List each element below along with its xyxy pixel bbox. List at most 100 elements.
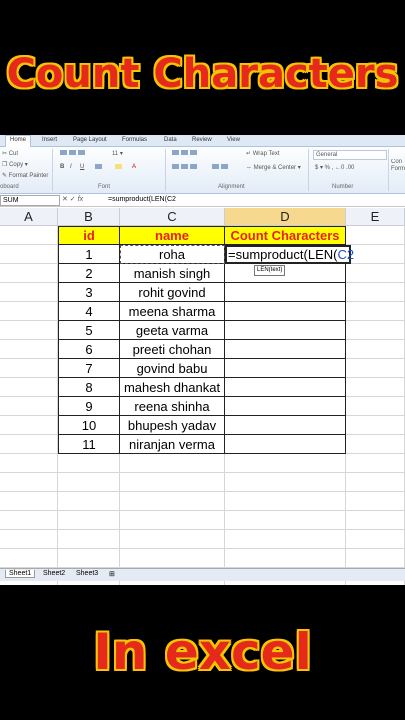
- id-cell[interactable]: 11: [58, 435, 120, 454]
- cell[interactable]: [0, 283, 58, 302]
- cell[interactable]: [346, 435, 405, 454]
- format-painter-button[interactable]: ✎ Format Painter: [2, 172, 48, 179]
- tab-review[interactable]: Review: [192, 137, 212, 143]
- cell[interactable]: [0, 435, 58, 454]
- cell[interactable]: [0, 454, 58, 473]
- count-cell[interactable]: [225, 283, 346, 302]
- name-cell[interactable]: meena sharma: [120, 302, 225, 321]
- indent-buttons[interactable]: [212, 164, 230, 171]
- cell[interactable]: [225, 492, 346, 511]
- cell[interactable]: [58, 511, 120, 530]
- font-color-button[interactable]: A: [132, 164, 136, 170]
- borders-button[interactable]: [95, 164, 104, 171]
- cell[interactable]: [346, 511, 405, 530]
- id-cell[interactable]: 8: [58, 378, 120, 397]
- underline-button[interactable]: U: [80, 164, 84, 170]
- id-cell[interactable]: 10: [58, 416, 120, 435]
- column-header-e[interactable]: E: [346, 208, 405, 226]
- font-name-box[interactable]: [60, 150, 87, 157]
- cell[interactable]: [0, 359, 58, 378]
- cell[interactable]: [0, 416, 58, 435]
- cell[interactable]: [0, 264, 58, 283]
- count-cell[interactable]: [225, 359, 346, 378]
- tab-insert[interactable]: Insert: [42, 137, 57, 143]
- cell[interactable]: [0, 340, 58, 359]
- count-cell[interactable]: [225, 416, 346, 435]
- cell[interactable]: [58, 473, 120, 492]
- name-header-cell[interactable]: name: [120, 226, 225, 245]
- tab-home[interactable]: Home: [5, 135, 32, 147]
- tab-view[interactable]: View: [227, 137, 240, 143]
- fill-color-button[interactable]: [115, 164, 124, 171]
- name-cell[interactable]: rohit govind: [120, 283, 225, 302]
- cell[interactable]: [346, 245, 405, 264]
- cell[interactable]: [0, 492, 58, 511]
- cell[interactable]: [0, 302, 58, 321]
- currency-button[interactable]: $ ▾ % , ←0 .00: [315, 164, 354, 171]
- column-header-d[interactable]: D: [225, 208, 346, 226]
- count-cell[interactable]: [225, 340, 346, 359]
- cell[interactable]: [0, 321, 58, 340]
- name-cell[interactable]: roha: [120, 245, 225, 264]
- count-header-cell[interactable]: Count Characters: [225, 226, 346, 245]
- cell[interactable]: [0, 473, 58, 492]
- cell[interactable]: [58, 530, 120, 549]
- sheet-tab-3[interactable]: Sheet3: [73, 570, 101, 577]
- count-cell[interactable]: [225, 397, 346, 416]
- cell[interactable]: [346, 454, 405, 473]
- cell[interactable]: [346, 530, 405, 549]
- cell[interactable]: [0, 549, 58, 568]
- cell[interactable]: [346, 359, 405, 378]
- count-cell[interactable]: [225, 302, 346, 321]
- cell[interactable]: [58, 492, 120, 511]
- align-buttons[interactable]: [172, 164, 199, 171]
- italic-button[interactable]: I: [70, 164, 72, 170]
- id-cell[interactable]: 7: [58, 359, 120, 378]
- sheet-tab-1[interactable]: Sheet1: [5, 570, 36, 578]
- cell[interactable]: [346, 397, 405, 416]
- id-cell[interactable]: 9: [58, 397, 120, 416]
- column-header-b[interactable]: B: [58, 208, 120, 226]
- cell[interactable]: [225, 473, 346, 492]
- copy-button[interactable]: ❐ Copy ▾: [2, 161, 28, 168]
- cell[interactable]: [346, 226, 405, 245]
- name-box[interactable]: SUM: [0, 195, 60, 206]
- id-cell[interactable]: 6: [58, 340, 120, 359]
- id-header-cell[interactable]: id: [58, 226, 120, 245]
- merge-center-button[interactable]: ⇔ Merge & Center ▾: [246, 164, 301, 171]
- conditional-format-button[interactable]: Con Form: [391, 159, 405, 173]
- tab-data[interactable]: Data: [164, 137, 177, 143]
- name-cell[interactable]: govind babu: [120, 359, 225, 378]
- cell[interactable]: [0, 226, 58, 245]
- cell[interactable]: [0, 245, 58, 264]
- cell[interactable]: [120, 492, 225, 511]
- cell[interactable]: [346, 340, 405, 359]
- cell[interactable]: [0, 397, 58, 416]
- cell[interactable]: [346, 302, 405, 321]
- count-cell[interactable]: [225, 321, 346, 340]
- cell[interactable]: [346, 416, 405, 435]
- cell[interactable]: [0, 378, 58, 397]
- sheet-tab-2[interactable]: Sheet2: [40, 570, 68, 577]
- column-header-a[interactable]: A: [0, 208, 58, 226]
- cell[interactable]: [120, 473, 225, 492]
- cell[interactable]: [120, 454, 225, 473]
- insert-sheet-icon[interactable]: ⊞: [106, 570, 118, 578]
- cell[interactable]: [346, 283, 405, 302]
- cell[interactable]: [0, 530, 58, 549]
- id-cell[interactable]: 5: [58, 321, 120, 340]
- name-cell[interactable]: bhupesh yadav: [120, 416, 225, 435]
- name-cell[interactable]: niranjan verma: [120, 435, 225, 454]
- name-cell[interactable]: mahesh dhankat: [120, 378, 225, 397]
- cell[interactable]: [225, 454, 346, 473]
- id-cell[interactable]: 1: [58, 245, 120, 264]
- name-cell[interactable]: manish singh: [120, 264, 225, 283]
- formula-input[interactable]: =sumproduct(LEN(C2: [108, 195, 176, 204]
- cell[interactable]: [346, 473, 405, 492]
- id-cell[interactable]: 4: [58, 302, 120, 321]
- active-cell-editor[interactable]: =sumproduct(LEN(C2: [225, 245, 354, 264]
- cell[interactable]: [225, 530, 346, 549]
- id-cell[interactable]: 3: [58, 283, 120, 302]
- tab-page-layout[interactable]: Page Layout: [73, 137, 107, 143]
- id-cell[interactable]: 2: [58, 264, 120, 283]
